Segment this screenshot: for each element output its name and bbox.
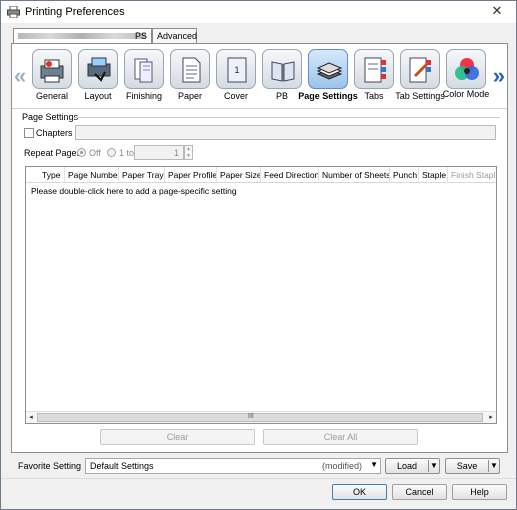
pb-icon	[262, 49, 302, 89]
column-finish-stapling[interactable]: Finish Staplin	[448, 167, 496, 183]
load-dropdown-icon[interactable]: ▼	[429, 459, 439, 473]
clear-button[interactable]: Clear	[100, 429, 255, 445]
repeat-pages-label: Repeat Pages	[24, 148, 82, 158]
function-ribbon: « General Layout Finishing Paper 1 Cover…	[12, 46, 507, 108]
save-dropdown-icon[interactable]: ▼	[489, 459, 499, 473]
column-punch[interactable]: Punch	[390, 167, 419, 183]
column-paper-size[interactable]: Paper Size	[217, 167, 261, 183]
repeat-spinner-arrows[interactable]: ▲ ▼	[184, 145, 193, 160]
table-header: Type Page Number Paper Tray Paper Profil…	[26, 167, 496, 183]
column-staple[interactable]: Staple	[419, 167, 448, 183]
scroll-thumb[interactable]: III	[37, 413, 483, 422]
save-split-button[interactable]: Save ▼	[445, 458, 500, 474]
repeat-one-to-radio[interactable]	[107, 148, 116, 157]
spin-down-icon[interactable]: ▼	[186, 153, 191, 159]
tabs-icon	[354, 49, 394, 89]
window-title: Printing Preferences	[25, 6, 125, 18]
chapters-checkbox[interactable]	[24, 128, 34, 138]
printer-icon	[7, 6, 20, 18]
scroll-grip: III	[248, 413, 254, 420]
clear-all-button[interactable]: Clear All	[263, 429, 418, 445]
scroll-right-icon[interactable]: ▸	[486, 412, 496, 423]
column-type[interactable]: Type	[39, 167, 65, 183]
finishing-icon	[124, 49, 164, 89]
chapters-field[interactable]	[75, 125, 496, 140]
paper-icon	[170, 49, 210, 89]
general-icon	[32, 49, 72, 89]
ribbon-item-color-mode[interactable]: Color Mode	[443, 49, 489, 107]
tab-advanced[interactable]: Advanced	[152, 28, 197, 44]
layout-icon	[78, 49, 118, 89]
printing-preferences-window: Printing Preferences ✕ PS Advanced « Gen…	[0, 0, 517, 510]
ribbon-divider	[12, 108, 507, 109]
blurred-printer-name	[18, 33, 146, 39]
page-settings-icon	[308, 49, 348, 89]
help-button[interactable]: Help	[452, 484, 507, 500]
load-split-button[interactable]: Load ▼	[385, 458, 440, 474]
load-button[interactable]: Load	[386, 459, 428, 473]
scroll-left-icon[interactable]: ◂	[26, 412, 36, 423]
column-feed-direction[interactable]: Feed Direction	[261, 167, 319, 183]
modified-indicator: (modified)	[321, 461, 362, 471]
repeat-one-to-label: 1 to	[119, 148, 135, 158]
section-title-page-settings: Page Settings	[22, 112, 79, 122]
title-bar: Printing Preferences ✕	[1, 1, 516, 23]
ribbon-scroll-right-icon[interactable]: »	[493, 65, 505, 87]
tab-advanced-label: Advanced	[157, 31, 198, 41]
cover-icon: 1	[216, 49, 256, 89]
repeat-pages-spinner[interactable]: 1	[134, 145, 184, 160]
repeat-pages-value: 1	[173, 148, 179, 158]
cancel-button[interactable]: Cancel	[392, 484, 447, 500]
repeat-off-radio[interactable]	[77, 148, 86, 157]
ok-button[interactable]: OK	[332, 484, 387, 500]
repeat-off-label: Off	[89, 148, 101, 158]
column-paper-tray[interactable]: Paper Tray	[119, 167, 165, 183]
tab-ps-label: PS	[134, 31, 147, 41]
page-settings-table[interactable]: Type Page Number Paper Tray Paper Profil…	[25, 166, 497, 424]
save-button[interactable]: Save	[446, 459, 488, 473]
settings-panel: « General Layout Finishing Paper 1 Cover…	[11, 43, 508, 453]
favorite-setting-select[interactable]: Default Settings (modified) ▼	[85, 458, 381, 474]
section-rule	[74, 117, 500, 118]
chapters-label: Chapters	[36, 128, 73, 138]
add-setting-hint[interactable]: Please double-click here to add a page-s…	[31, 186, 237, 196]
ribbon-label-color-mode: Color Mode	[442, 89, 490, 99]
ribbon-scroll-left-icon[interactable]: «	[14, 65, 26, 87]
column-page-number[interactable]: Page Number	[65, 167, 119, 183]
column-paper-profile[interactable]: Paper Profile	[165, 167, 217, 183]
chevron-down-icon[interactable]: ▼	[370, 460, 378, 469]
tab-settings-icon	[400, 49, 440, 89]
close-icon[interactable]: ✕	[484, 2, 510, 19]
favorite-setting-label: Favorite Setting	[18, 461, 82, 471]
column-number-of-sheets[interactable]: Number of Sheets	[319, 167, 390, 183]
spin-up-icon[interactable]: ▲	[186, 146, 191, 152]
cover-number: 1	[234, 65, 239, 75]
favorite-setting-value: Default Settings	[90, 461, 154, 471]
color-mode-icon	[446, 49, 486, 89]
horizontal-scrollbar[interactable]: ◂ III ▸	[26, 411, 496, 423]
footer-divider	[1, 478, 516, 479]
